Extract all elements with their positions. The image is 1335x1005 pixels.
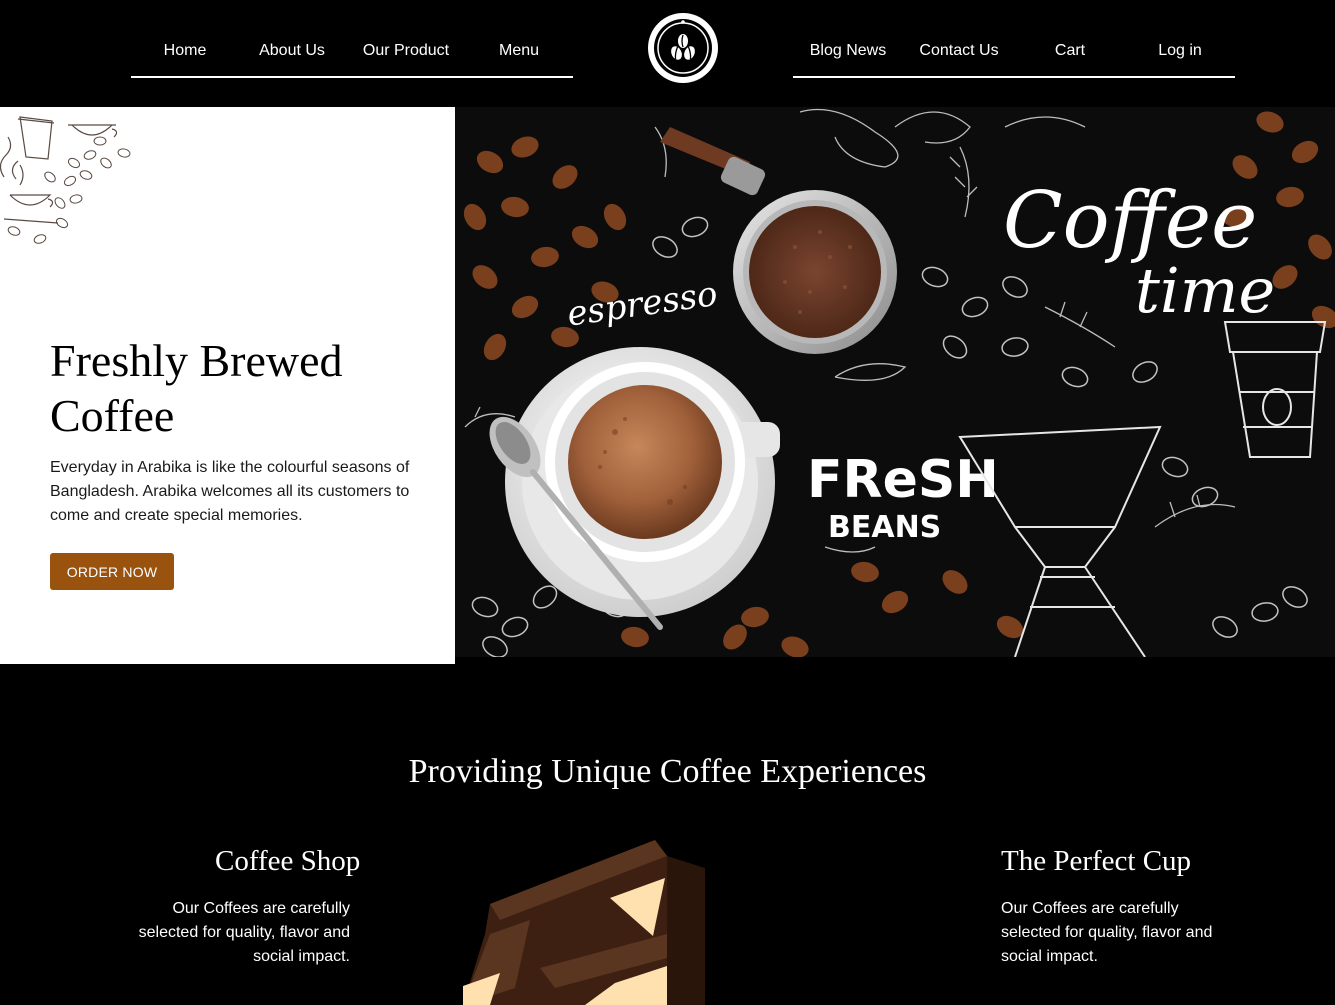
coffee-shop-title: Coffee Shop [215,845,361,877]
nav-contact-us[interactable]: Contact Us [919,42,998,60]
espresso-cup-illustration [489,347,780,630]
hero-text-panel: Freshly Brewed Coffee Everyday in Arabik… [0,107,455,664]
nav-blog-news[interactable]: Blog News [810,42,886,60]
site-header: Home About Us Our Product Menu Blog News… [0,0,1335,107]
nav-cart[interactable]: Cart [1055,42,1085,60]
perfect-cup-title: The Perfect Cup [1001,845,1192,877]
coffee-sketch-decoration [0,116,131,244]
nav-left: Home About Us Our Product Menu [131,30,573,78]
nav-menu[interactable]: Menu [499,42,539,60]
takeaway-cup-sketch [1223,321,1327,458]
chocolate-illustration [463,840,705,1005]
lettering-coffee: Coffee [1003,176,1257,266]
lettering-beans: BEANS [828,510,941,545]
nav-log-in[interactable]: Log in [1158,42,1202,60]
hero-description: Everyday in Arabika is like the colourfu… [50,459,410,524]
experiences-title: Providing Unique Coffee Experiences [408,753,927,790]
nav-our-product[interactable]: Our Product [363,42,449,60]
nav-about-us[interactable]: About Us [259,42,325,60]
hero-title: Freshly Brewed Coffee [50,335,343,441]
hero-coffee-image: espresso Coffee time FReSH BEANS [455,107,1335,657]
order-now-button[interactable]: ORDER NOW [50,553,174,590]
lettering-fresh: FReSH [807,450,999,510]
nav-home[interactable]: Home [164,42,207,60]
lettering-espresso: espresso [565,274,720,335]
coffee-beans-logo-icon[interactable] [648,13,718,83]
lettering-time: time [1135,254,1275,327]
perfect-cup-text: Our Coffees are carefully selected for q… [1001,900,1213,965]
nav-right: Blog News Contact Us Cart Log in [793,30,1235,78]
coffee-shop-text: Our Coffees are carefully selected for q… [138,900,350,965]
